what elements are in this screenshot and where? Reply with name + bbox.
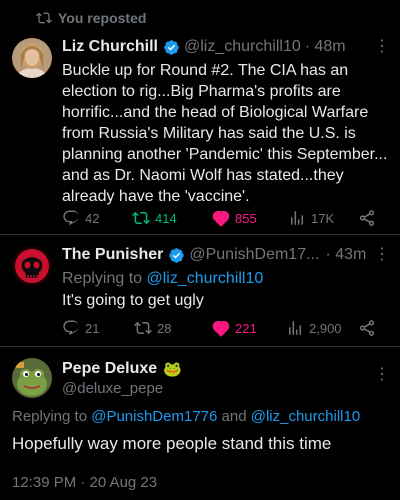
views-icon [291,211,303,225]
repost-button[interactable]: 28 [134,319,171,337]
views-button[interactable]: 2,900 [286,319,342,337]
avatar-pepe-deluxe[interactable] [12,358,52,398]
more-options-icon[interactable]: ⋮ [374,364,390,384]
repost-count: 414 [155,210,177,226]
reply-button[interactable]: 21 [62,319,99,337]
replying-and: and [221,408,247,425]
reply-icon [63,320,79,336]
reply-button[interactable]: 42 [62,209,99,227]
author-handle[interactable]: @liz_churchill10 [184,38,301,56]
reply-count: 21 [85,320,100,336]
tweet-text-line: and as Dr. Naomi Wolf has stated...they [62,167,344,184]
tweet-text-line: horrific...and the head of Biological Wa… [62,104,369,121]
more-options-icon[interactable]: ⋮ [374,244,390,264]
views-icon [289,321,301,335]
tweet-text-line: planning another 'Pandemic' this Septemb… [62,146,388,163]
like-button[interactable]: 221 [212,319,257,337]
tweet-time[interactable]: · 43m [325,246,366,264]
tweet1-header: Liz Churchill @liz_churchill10 · 48m [62,38,346,56]
views-count: 2,900 [309,320,342,336]
share-icon [359,320,375,336]
repost-count: 28 [157,320,172,336]
author-name[interactable]: Pepe Deluxe [62,360,157,378]
divider [0,346,400,347]
replying-to-link[interactable]: @liz_churchill10 [251,408,360,425]
heart-icon [212,320,230,337]
views-button[interactable]: 17K [288,209,334,227]
replying-to: Replying to @liz_churchill10 [62,268,263,289]
tweet2-header: The Punisher @PunishDem17... · 43m [62,246,366,264]
heart-icon [212,210,230,227]
avatar-image [12,246,52,286]
replying-to-link[interactable]: @liz_churchill10 [147,270,264,287]
like-button[interactable]: 855 [212,209,257,227]
avatar-image [12,358,52,398]
repost-icon [134,321,152,335]
replying-to-link[interactable]: @PunishDem1776 [91,408,217,425]
tweet-text-line: from Russia's Military has said the U.S.… [62,125,356,142]
repost-icon [132,211,150,225]
tweet3-header: Pepe Deluxe 🐸 [62,360,182,378]
repost-banner-label: You reposted [58,10,147,26]
tweet1-text: Buckle up for Round #2. The CIA has an e… [62,60,394,207]
tweet-timestamp[interactable]: 12:39 PM · 20 Aug 23 [12,474,157,491]
repost-banner: You reposted [36,10,146,26]
frog-emoji: 🐸 [163,361,182,378]
tweet2-text: It's going to get ugly [62,292,204,309]
divider [0,234,400,235]
repost-icon [36,12,52,24]
like-count: 855 [235,210,257,226]
replying-prefix: Replying to [62,270,143,287]
reply-icon [63,210,79,226]
tweet-time[interactable]: · 48m [305,38,346,56]
reply-count: 42 [85,210,100,226]
tweet2-actions: 21 28 221 2,900 [62,318,382,338]
views-count: 17K [311,210,335,226]
verified-badge-icon [169,247,185,263]
more-options-icon[interactable]: ⋮ [374,36,390,56]
avatar-image [12,38,52,78]
replying-to: Replying to @PunishDem1776 and @liz_chur… [12,408,360,425]
tweet1-actions: 42 414 855 17K [62,208,382,228]
tweet3-text: Hopefully way more people stand this tim… [12,434,332,453]
verified-badge-icon [164,39,179,55]
avatar-the-punisher[interactable] [12,246,52,286]
replying-prefix: Replying to [12,408,88,425]
tweet-text-line: election to rig...Big Pharma's profits a… [62,83,341,100]
like-count: 221 [235,320,257,336]
author-name[interactable]: The Punisher [62,246,163,264]
repost-button[interactable]: 414 [132,209,177,227]
avatar-liz-churchill[interactable] [12,38,52,78]
share-button[interactable] [358,209,376,227]
tweet-text-line: already have the 'vaccine'. [62,188,250,205]
tweet-text-line: Buckle up for Round #2. The CIA has an [62,62,349,79]
share-button[interactable] [358,319,376,337]
share-icon [359,210,375,226]
author-handle[interactable]: @deluxe_pepe [62,380,163,397]
author-name[interactable]: Liz Churchill [62,38,158,56]
author-handle[interactable]: @PunishDem17... [189,246,319,264]
